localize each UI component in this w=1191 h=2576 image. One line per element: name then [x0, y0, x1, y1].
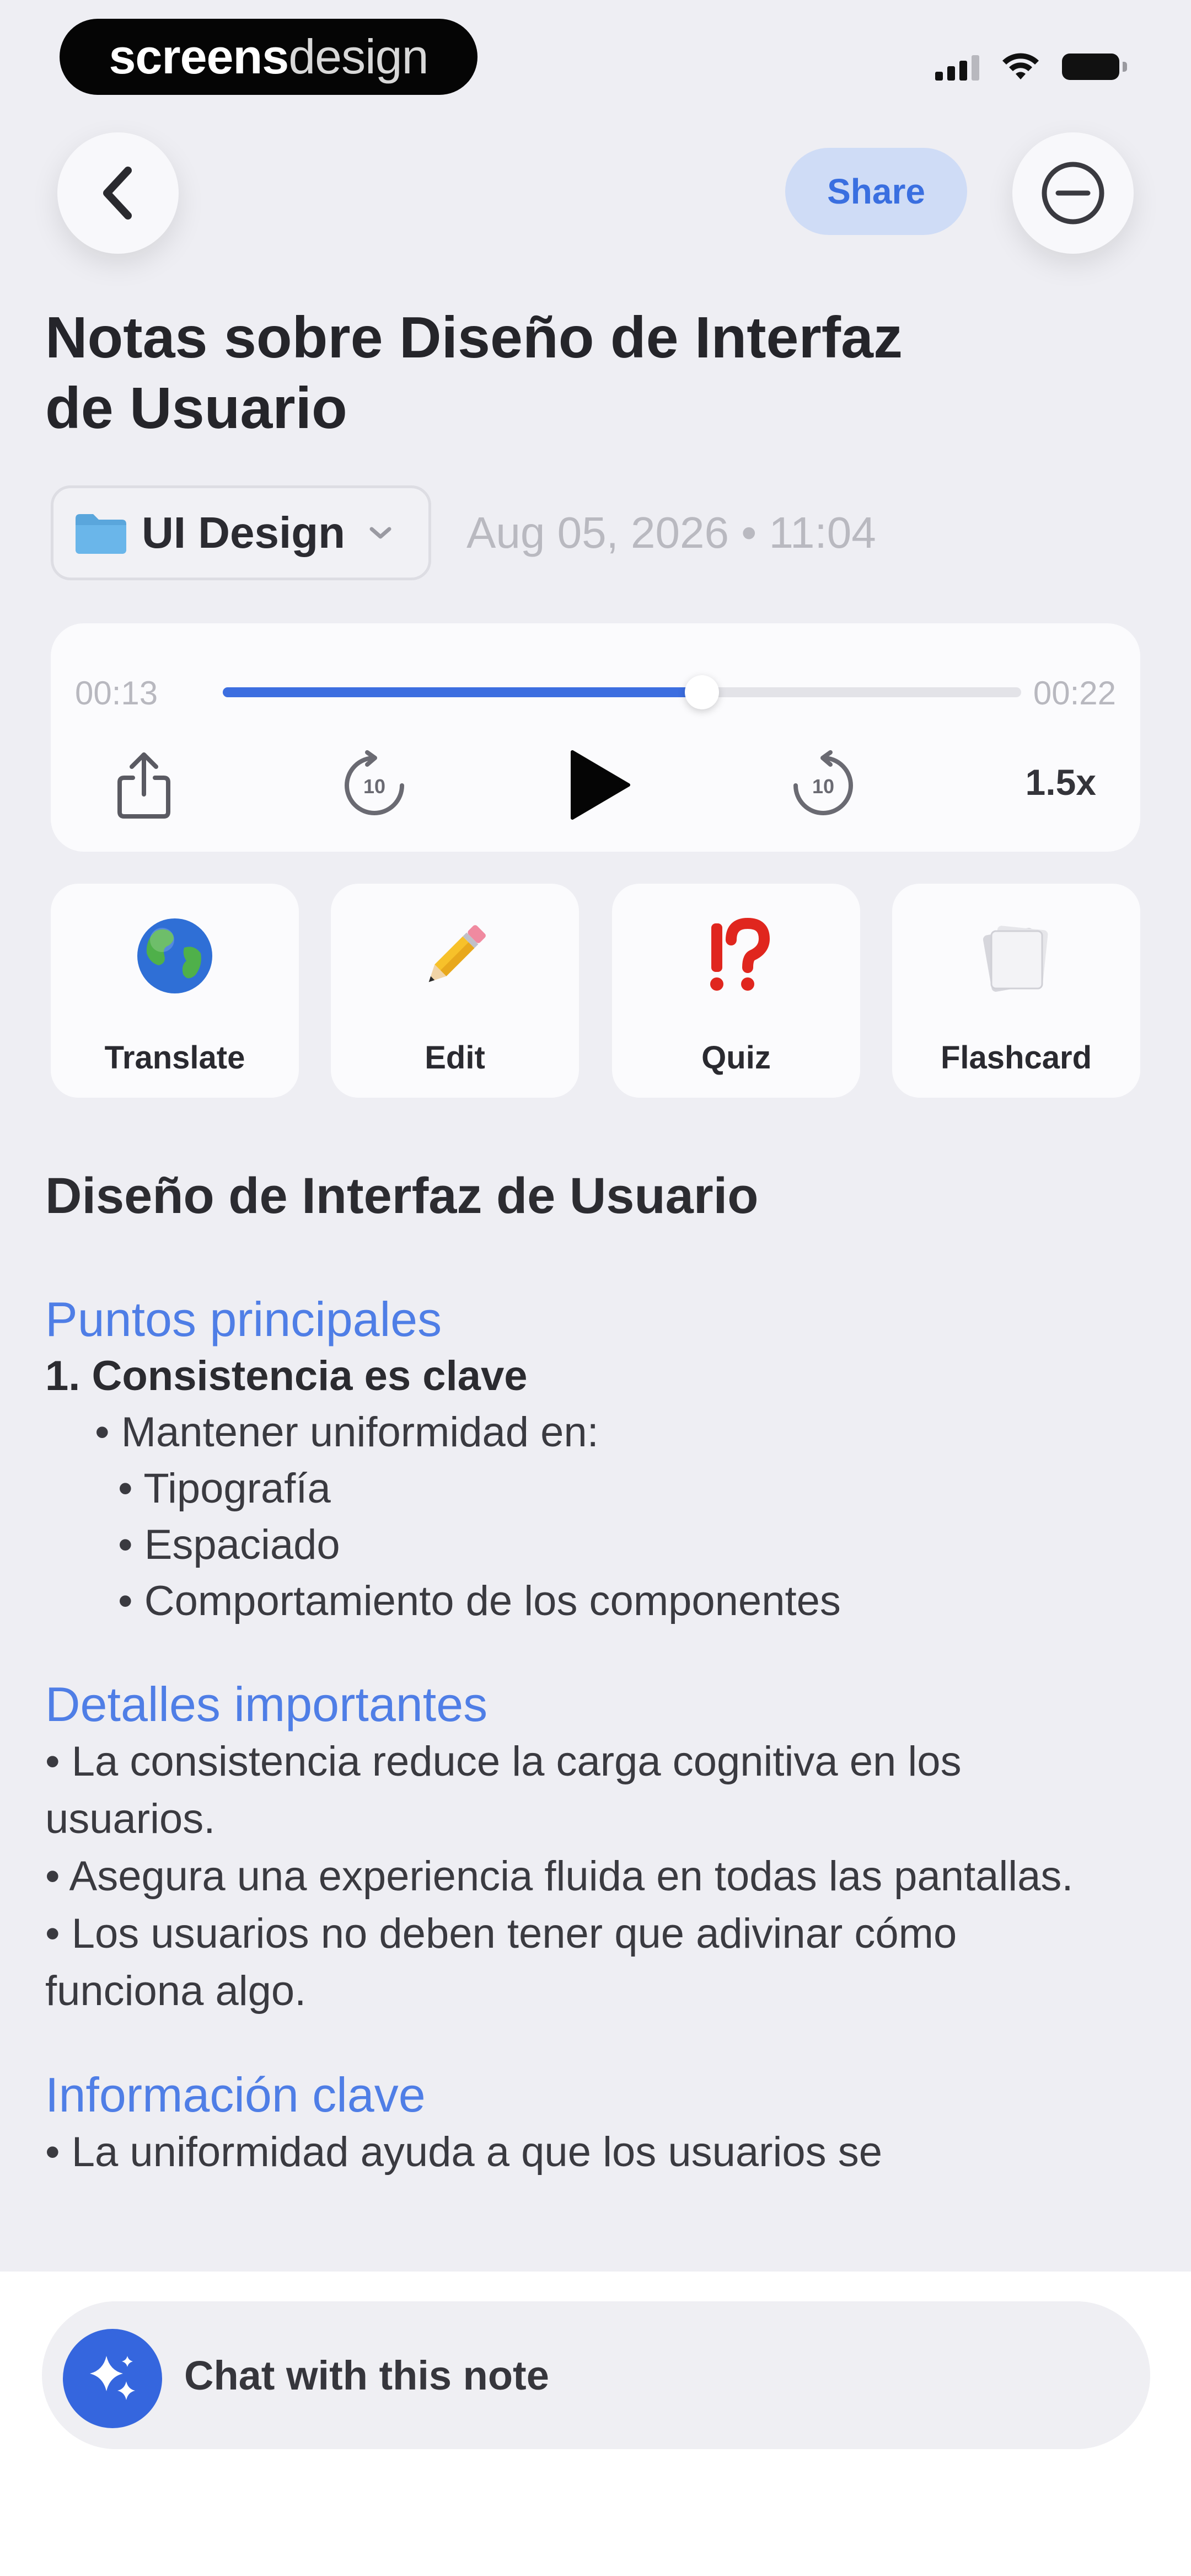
elapsed-time: 00:13	[75, 675, 158, 712]
list-item: • Asegura una experiencia fluida en toda…	[45, 1853, 1074, 1900]
folder-selector[interactable]: UI Design	[51, 485, 431, 580]
translate-label: Translate	[104, 1040, 245, 1076]
pencil-icon	[428, 925, 486, 982]
section-heading: Detalles importantes	[45, 1677, 488, 1731]
brand-logo: screensdesign	[60, 19, 478, 95]
list-item: • La consistencia reduce la carga cognit…	[45, 1738, 962, 1842]
svg-text:10: 10	[812, 775, 834, 798]
rewind-10-icon: 10	[345, 750, 404, 815]
playback-scrubber[interactable]	[223, 675, 1021, 709]
section-heading: Puntos principales	[45, 1292, 442, 1346]
play-button[interactable]	[557, 744, 640, 826]
flashcard-label: Flashcard	[941, 1040, 1092, 1076]
minus-circle-icon	[1042, 162, 1104, 225]
sparkle-icon	[90, 2356, 135, 2400]
quiz-button[interactable]: Quiz	[612, 884, 860, 1098]
battery-icon	[1062, 54, 1127, 80]
page-title: Notas sobre Diseño de Interfaz de Usuari…	[45, 305, 903, 441]
edit-button[interactable]: Edit	[331, 884, 579, 1098]
total-time: 00:22	[1033, 675, 1116, 712]
share-upload-icon	[117, 752, 170, 819]
globe-icon	[137, 918, 212, 993]
interrobang-icon	[710, 917, 770, 991]
forward-10-button[interactable]: 10	[782, 744, 865, 826]
cards-icon	[983, 926, 1048, 992]
folder-label: UI Design	[142, 508, 345, 557]
note-content: Diseño de Interfaz de Usuario Puntos pri…	[45, 1163, 1148, 2181]
svg-text:10: 10	[363, 775, 385, 798]
folder-icon	[76, 514, 126, 554]
playback-progress	[223, 687, 702, 697]
list-item: • La uniformidad ayuda a que los usuario…	[45, 2129, 882, 2176]
list-item: • Comportamiento de los componentes	[118, 1578, 841, 1624]
audio-player: 00:13 00:22 10 10 1.5x	[51, 623, 1140, 852]
chevron-down-icon	[369, 527, 391, 539]
flashcard-button[interactable]: Flashcard	[892, 884, 1140, 1098]
note-detail-screen: screensdesign Share Notas sobre Diseño d…	[0, 0, 1191, 2576]
edit-label: Edit	[425, 1040, 485, 1076]
wifi-icon	[1002, 53, 1039, 79]
export-audio-button[interactable]	[103, 744, 185, 826]
rewind-10-button[interactable]: 10	[333, 744, 416, 826]
list-item: • Tipografía	[118, 1465, 331, 1512]
list-item: 1. Consistencia es clave	[45, 1353, 528, 1399]
note-date: Aug 05, 2026 • 11:04	[466, 508, 876, 557]
note-heading: Diseño de Interfaz de Usuario	[45, 1168, 759, 1224]
status-bar: screensdesign	[0, 0, 1191, 110]
back-button[interactable]	[57, 132, 179, 254]
list-item: • Los usuarios no deben tener que adivin…	[45, 1910, 957, 2014]
quiz-label: Quiz	[701, 1040, 771, 1076]
more-options-button[interactable]	[1012, 132, 1134, 254]
playback-speed-button[interactable]: 1.5x	[1026, 761, 1096, 803]
status-icons	[935, 47, 1127, 86]
section-heading: Información clave	[45, 2067, 426, 2122]
share-button[interactable]: Share	[785, 148, 967, 235]
forward-10-icon: 10	[793, 750, 853, 815]
play-icon	[571, 750, 630, 820]
list-item: • Mantener uniformidad en:	[95, 1409, 599, 1456]
chevron-left-icon	[103, 167, 132, 220]
scrubber-handle[interactable]	[684, 675, 719, 709]
ai-sparkle-avatar	[63, 2329, 162, 2428]
list-item: • Espaciado	[118, 1521, 340, 1568]
chat-label: Chat with this note	[184, 2353, 549, 2398]
translate-button[interactable]: Translate	[51, 884, 299, 1098]
cellular-signal-icon	[935, 53, 979, 81]
